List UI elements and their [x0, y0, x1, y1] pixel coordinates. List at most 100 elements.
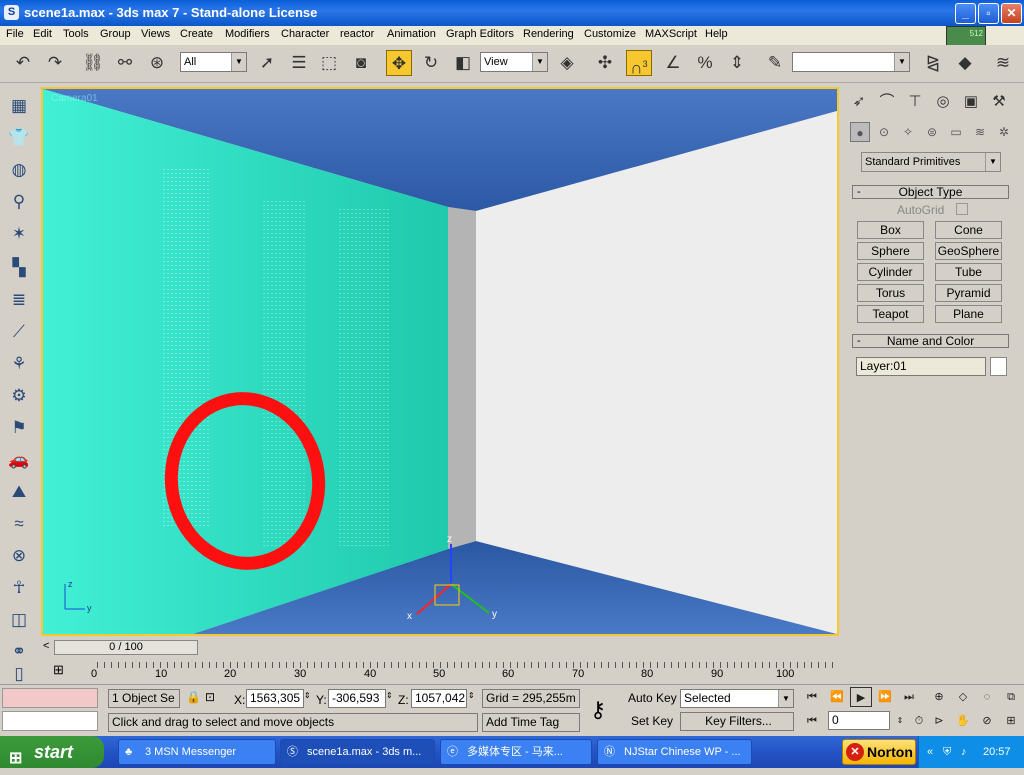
- menu-maxscript[interactable]: MAXScript: [645, 28, 697, 40]
- key-icon[interactable]: ⚷: [590, 697, 606, 723]
- select-object-icon[interactable]: ➚: [254, 50, 280, 76]
- cone-button[interactable]: Cone: [935, 221, 1002, 239]
- maxscript-listener-white[interactable]: [2, 711, 98, 731]
- window-crossing-icon[interactable]: ◙: [348, 50, 374, 76]
- menu-views[interactable]: Views: [141, 28, 170, 40]
- start-button[interactable]: ⊞ start: [0, 736, 104, 768]
- object-name-field[interactable]: Layer:01: [856, 357, 986, 376]
- autogrid-checkbox[interactable]: [956, 203, 968, 215]
- name-and-color-rollout-header[interactable]: - Name and Color: [852, 334, 1009, 348]
- snap-toggle-icon[interactable]: ∩3: [626, 50, 652, 78]
- zoom-icon[interactable]: ⊕: [928, 687, 950, 707]
- maxscript-listener-pink[interactable]: [2, 688, 98, 708]
- geometry-icon[interactable]: ●: [850, 122, 870, 142]
- select-and-link-icon[interactable]: ⛓: [80, 50, 106, 76]
- constraint-solver-icon[interactable]: ⊗: [6, 543, 32, 569]
- rigid-body-collection-icon[interactable]: ▦: [6, 93, 32, 119]
- systems-icon[interactable]: ✲: [994, 122, 1014, 142]
- orbit-icon[interactable]: ◌: [976, 687, 998, 707]
- motor-icon[interactable]: ⚘: [6, 351, 32, 377]
- taskbar-item-browser[interactable]: ⓔ 多媒体专区 - 马来...: [440, 739, 592, 765]
- layer-manager-icon[interactable]: ≋: [990, 50, 1016, 76]
- field-of-view-icon[interactable]: ⊳: [928, 711, 950, 731]
- time-configuration-icon[interactable]: ⏱: [908, 711, 930, 731]
- pivot-center-icon[interactable]: ◈: [554, 50, 580, 76]
- next-frame-icon[interactable]: ⏩: [874, 687, 896, 707]
- set-key-button[interactable]: Set Key: [631, 714, 673, 728]
- sphere-button[interactable]: Sphere: [857, 242, 924, 260]
- trackbar[interactable]: ⊞ 0 10 20 30 40 50 60 70 80 90 100: [41, 658, 839, 682]
- menu-file[interactable]: File: [6, 28, 24, 40]
- hinge-icon[interactable]: ◫: [6, 607, 32, 633]
- dashpot-icon[interactable]: ⟋: [6, 319, 32, 345]
- cylinder-button[interactable]: Cylinder: [857, 263, 924, 281]
- key-mode-toggle-icon[interactable]: ⏮: [801, 711, 823, 731]
- rope-collection-icon[interactable]: ⚲: [6, 189, 32, 215]
- category-dropdown[interactable]: Standard Primitives ▼: [861, 152, 1001, 172]
- cloth-collection-icon[interactable]: 👕: [6, 125, 32, 151]
- select-and-move-icon[interactable]: ✥: [386, 50, 412, 76]
- menu-group[interactable]: Group: [100, 28, 131, 40]
- pan-icon[interactable]: ✋: [952, 711, 974, 731]
- teapot-button[interactable]: Teapot: [857, 305, 924, 323]
- key-filters-button[interactable]: Key Filters...: [680, 712, 794, 731]
- viewport-scene[interactable]: z x y z y: [43, 89, 837, 634]
- maximize-viewport-icon[interactable]: ⊞: [1000, 711, 1022, 731]
- menu-help[interactable]: Help: [705, 28, 728, 40]
- named-selection-dropdown[interactable]: ▼: [792, 52, 910, 72]
- manipulate-icon[interactable]: ✣: [592, 50, 618, 76]
- pyramid-button[interactable]: Pyramid: [935, 284, 1002, 302]
- norton-button[interactable]: ✕ Norton: [842, 739, 916, 765]
- zoom-all-icon[interactable]: ◇: [952, 687, 974, 707]
- redo-icon[interactable]: ↷: [42, 50, 68, 76]
- spinner-snap-icon[interactable]: ⇕: [724, 50, 750, 76]
- select-and-scale-icon[interactable]: ◧: [450, 50, 476, 76]
- menu-animation[interactable]: Animation: [387, 28, 436, 40]
- menu-rendering[interactable]: Rendering: [523, 28, 574, 40]
- undo-icon[interactable]: ↶: [10, 50, 36, 76]
- goto-start-icon[interactable]: ⏮: [801, 687, 823, 707]
- percent-snap-icon[interactable]: %: [692, 50, 718, 76]
- lock-selection-icon[interactable]: 🔒: [186, 690, 201, 704]
- x-coordinate-field[interactable]: 1563,305: [246, 689, 304, 708]
- helpers-icon[interactable]: ▭: [946, 122, 966, 142]
- taskbar-item-msn[interactable]: ♣ 3 MSN Messenger: [118, 739, 276, 765]
- lights-icon[interactable]: ✧: [898, 122, 918, 142]
- shapes-icon[interactable]: ⊙: [874, 122, 894, 142]
- tray-arrow-icon[interactable]: «: [927, 736, 933, 768]
- selection-filter-dropdown[interactable]: All ▼: [180, 52, 247, 72]
- mirror-icon[interactable]: ⧎: [920, 50, 946, 76]
- tube-button[interactable]: Tube: [935, 263, 1002, 281]
- ragdoll-icon[interactable]: ☥: [6, 575, 32, 601]
- create-tab-icon[interactable]: ➶: [847, 90, 871, 114]
- soft-body-collection-icon[interactable]: ◍: [6, 157, 32, 183]
- rectangular-selection-icon[interactable]: ⬚: [316, 50, 342, 76]
- z-coordinate-field[interactable]: 1057,042: [411, 689, 467, 708]
- y-spinner-icon[interactable]: ⇕: [386, 691, 393, 700]
- arc-rotate-icon[interactable]: ⊘: [976, 711, 998, 731]
- prev-frame-icon[interactable]: ⏪: [826, 687, 848, 707]
- key-mode-dropdown[interactable]: Selected ▼: [680, 689, 794, 708]
- minimize-button[interactable]: _: [955, 3, 976, 24]
- modify-tab-icon[interactable]: ⌒: [875, 90, 899, 114]
- water-icon[interactable]: ≈: [6, 511, 32, 537]
- clock[interactable]: 20:57: [983, 736, 1011, 768]
- unlink-icon[interactable]: ⚯: [112, 50, 138, 76]
- maximize-button[interactable]: ▫: [978, 3, 999, 24]
- plane-button[interactable]: Plane: [935, 305, 1002, 323]
- toy-car-icon[interactable]: 🚗: [6, 447, 32, 473]
- cameras-icon[interactable]: ⊜: [922, 122, 942, 142]
- fracture-icon[interactable]: ⛰: [6, 479, 32, 505]
- time-slider[interactable]: 0 / 100: [54, 640, 198, 655]
- viewport-label[interactable]: Camera01: [51, 93, 98, 104]
- display-tab-icon[interactable]: ▣: [959, 90, 983, 114]
- edit-named-selections-icon[interactable]: ✎: [762, 50, 788, 76]
- fan-icon[interactable]: ⚙: [6, 383, 32, 409]
- select-and-rotate-icon[interactable]: ↻: [418, 50, 444, 76]
- add-time-tag-button[interactable]: Add Time Tag: [482, 713, 580, 732]
- zoom-extents-icon[interactable]: ⧉: [1000, 687, 1022, 707]
- hierarchy-tab-icon[interactable]: ⊤: [903, 90, 927, 114]
- auto-key-button[interactable]: Auto Key: [628, 691, 677, 705]
- box-button[interactable]: Box: [857, 221, 924, 239]
- menu-customize[interactable]: Customize: [584, 28, 636, 40]
